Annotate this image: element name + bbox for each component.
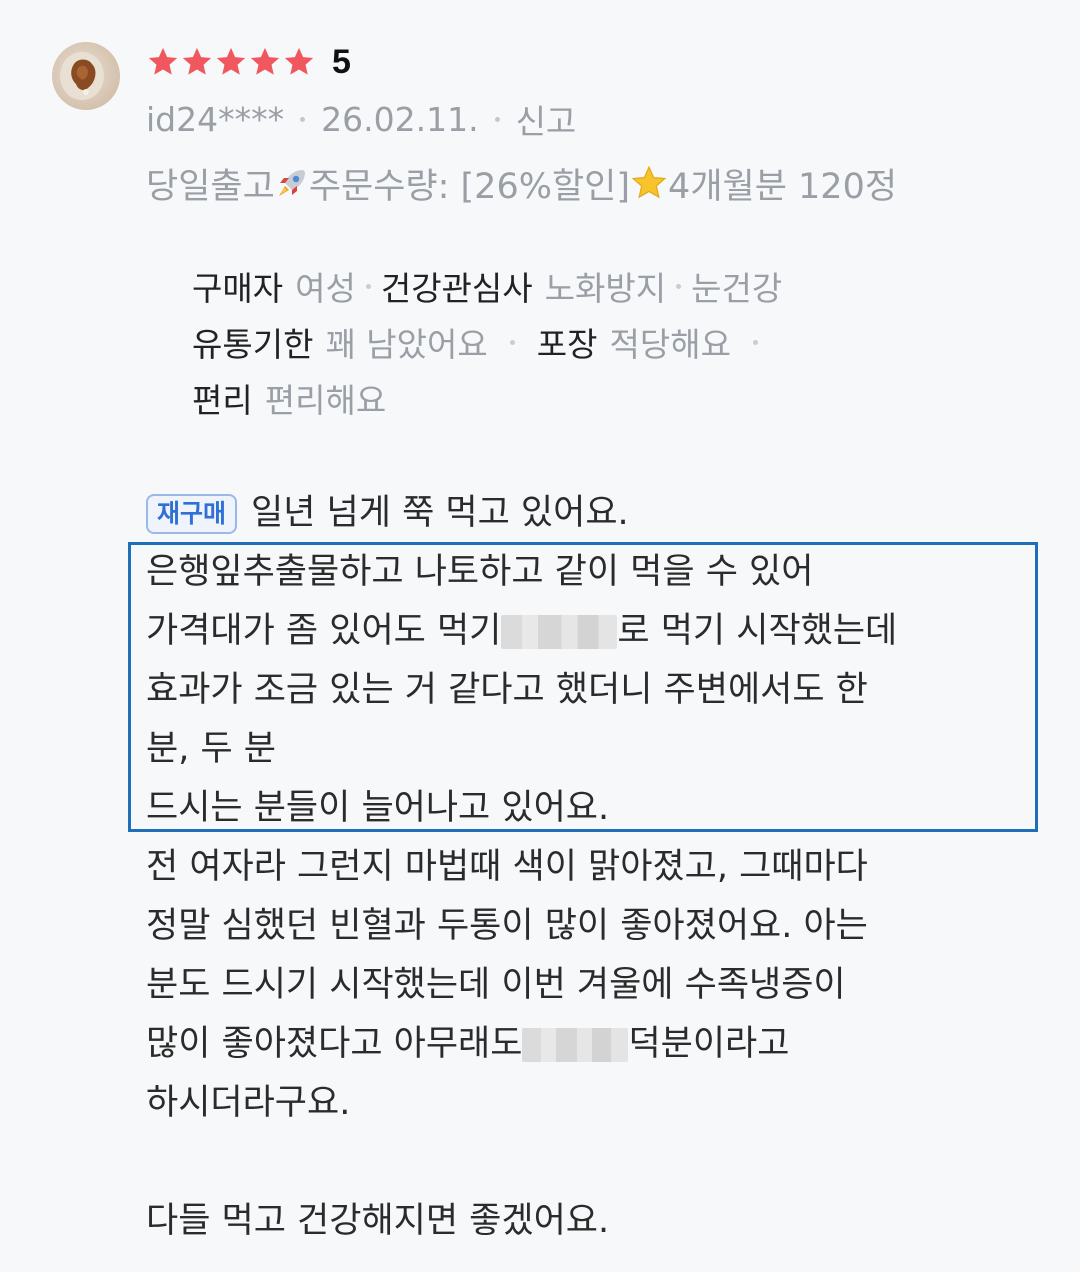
review-date: 26.02.11. — [321, 99, 479, 139]
review-line: 다들 먹고 건강해지면 좋겠어요. — [146, 1201, 610, 1241]
star-icon — [630, 164, 668, 202]
avatar-image — [60, 52, 104, 100]
attr-value: 눈건강 — [691, 269, 783, 308]
separator-dot — [494, 116, 500, 122]
option-prefix: 당일출고 — [146, 166, 275, 207]
review-text: 덕분이라고 — [628, 1024, 790, 1064]
separator-dot — [300, 116, 306, 122]
repurchase-badge: 재구매 — [146, 493, 238, 534]
star-icon — [182, 47, 212, 75]
report-button[interactable]: 신고 — [516, 95, 577, 143]
rocket-icon — [275, 166, 309, 200]
attr-key: 유통기한 — [192, 325, 314, 364]
avatar[interactable] — [52, 42, 120, 110]
attr-value: 꽤 남았어요 — [325, 325, 488, 364]
attr-value: 적당해요 — [609, 325, 731, 364]
review-line: 분도 드시기 시작했는데 이번 겨울에 수족냉증이 — [146, 965, 846, 1005]
review-text: 일년 넘게 쭉 먹고 있어요. — [251, 493, 629, 533]
attribute-line: 유통기한 꽤 남았어요 포장 적당해요 — [192, 314, 782, 370]
attr-key: 구매자 — [192, 269, 284, 308]
separator-dot — [509, 339, 515, 345]
star-icon — [284, 47, 314, 75]
review-line: 정말 심했던 빈혈과 두통이 많이 좋아졌어요. 아는 — [146, 906, 868, 946]
review-line: 재구매 일년 넘게 쭉 먹고 있어요. — [146, 484, 897, 543]
user-id: id24**** — [146, 99, 285, 139]
review-text: 많이 좋아졌다고 아무래도 — [146, 1024, 523, 1064]
attr-key: 건강관심사 — [380, 269, 533, 308]
attr-value: 노화방지 — [544, 269, 667, 308]
separator-dot — [752, 339, 758, 345]
review-text: 로 먹기 시작했는데 — [617, 611, 898, 651]
option-suffix: 주문수량: [26%할인] — [308, 166, 631, 207]
star-icon — [250, 47, 280, 75]
review-body: 재구매 일년 넘게 쭉 먹고 있어요. 은행잎추출물하고 나토하고 같이 먹을 … — [146, 484, 897, 1251]
attr-key: 편리 — [192, 381, 253, 420]
review-line: 많이 좋아졌다고 아무래도 덕분이라고 — [146, 1015, 897, 1074]
review-line: 은행잎추출물하고 나토하고 같이 먹을 수 있어 — [146, 552, 814, 592]
attr-key: 포장 — [536, 325, 598, 364]
separator-dot — [365, 283, 371, 289]
review-line: 분, 두 분 — [146, 729, 276, 769]
review-meta: id24**** 26.02.11. 신고 — [146, 96, 576, 142]
star-icon — [148, 47, 178, 75]
separator-dot — [676, 283, 682, 289]
survey-attributes: 구매자 여성 건강관심사 노화방지 눈건강 유통기한 꽤 남았어요 포장 적당해… — [192, 258, 782, 426]
review-line: 하시더라구요. — [146, 1083, 351, 1123]
review-line: 효과가 조금 있는 거 같다고 했더니 주변에서도 한 — [146, 670, 868, 710]
review-text: 가격대가 좀 있어도 먹기 — [146, 611, 502, 651]
blurred-product-name — [501, 614, 618, 649]
attribute-line: 편리 편리해요 — [192, 370, 782, 426]
review-line: 가격대가 좀 있어도 먹기 로 먹기 시작했는데 — [146, 602, 897, 661]
purchase-option: 당일출고 주문수량: [26%할인] 4개월분 120정 — [146, 158, 897, 208]
attribute-line: 구매자 여성 건강관심사 노화방지 눈건강 — [192, 258, 782, 314]
blurred-product-name — [522, 1027, 629, 1062]
attr-value: 여성 — [295, 269, 356, 308]
rating-value: 5 — [332, 43, 351, 81]
review-line: 드시는 분들이 늘어나고 있어요. — [146, 788, 610, 828]
rating-stars: 5 — [146, 40, 351, 84]
attr-value: 편리해요 — [264, 381, 387, 420]
option-tail: 4개월분 120정 — [668, 166, 898, 207]
review-line: 전 여자라 그런지 마법때 색이 맑아졌고, 그때마다 — [146, 847, 868, 887]
star-icon — [216, 47, 246, 75]
